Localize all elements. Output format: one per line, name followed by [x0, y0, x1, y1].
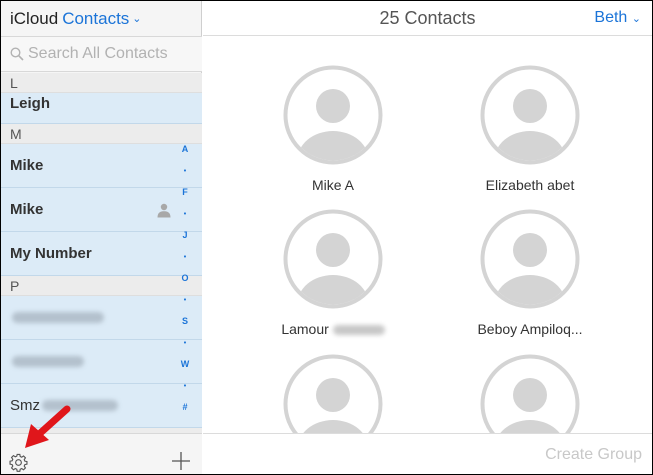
main-panel: 25 Contacts Beth ⌄ Mike A Elizabeth abet… [203, 1, 652, 474]
avatar-icon [480, 354, 580, 433]
contact-name: Leigh [10, 95, 50, 112]
search-icon [10, 47, 24, 61]
index-item[interactable]: • [177, 290, 193, 312]
contact-row[interactable]: Mike [1, 144, 202, 188]
search-bar[interactable] [1, 36, 202, 72]
contact-row[interactable]: Leigh [1, 93, 202, 124]
person-icon [157, 203, 171, 218]
contact-name-redacted [12, 312, 104, 323]
alphabet-index[interactable]: A • F • J • O • S • W • # [177, 139, 193, 419]
create-group-button[interactable]: Create Group [545, 446, 642, 464]
user-name[interactable]: Beth [594, 9, 627, 26]
red-arrow-annotation [25, 405, 71, 448]
contact-card[interactable]: Lamour [253, 209, 413, 337]
index-item[interactable]: • [177, 161, 193, 183]
avatar-icon [480, 65, 580, 165]
section-header-m: M [1, 124, 202, 144]
index-item[interactable]: S [177, 311, 193, 333]
sidebar: iCloud Contacts ⌄ L Leigh M Mike Mike [1, 1, 202, 474]
contact-name: My Number [10, 245, 92, 262]
avatar-icon [283, 65, 383, 165]
app-title[interactable]: Contacts [62, 9, 129, 29]
contact-card[interactable] [450, 354, 610, 433]
avatar-icon [283, 354, 383, 433]
contact-row[interactable] [1, 340, 202, 384]
sidebar-header[interactable]: iCloud Contacts ⌄ [1, 1, 202, 36]
chevron-down-icon[interactable]: ⌄ [132, 12, 141, 25]
index-item[interactable]: A [177, 139, 193, 161]
contact-name: Lamour [281, 321, 329, 337]
index-item[interactable]: • [177, 333, 193, 355]
avatar-icon [283, 209, 383, 309]
account-menu[interactable]: Beth ⌄ [594, 9, 641, 27]
main-footer: Create Group [203, 433, 652, 474]
contact-grid: Mike A Elizabeth abet Lamour Beboy Ampil… [203, 37, 652, 433]
contact-name-row: Lamour [253, 321, 413, 337]
index-item[interactable]: • [177, 376, 193, 398]
contact-name: Mike [10, 157, 44, 174]
index-item[interactable]: # [177, 397, 193, 419]
avatar-icon [480, 209, 580, 309]
contact-card[interactable]: Elizabeth abet [450, 65, 610, 193]
index-item[interactable]: W [177, 354, 193, 376]
index-item[interactable]: O [177, 268, 193, 290]
index-item[interactable]: • [177, 247, 193, 269]
section-header-l: L [1, 73, 202, 93]
index-item[interactable]: F [177, 182, 193, 204]
contact-name-redacted [332, 325, 385, 336]
app-brand: iCloud [10, 8, 59, 28]
contact-row[interactable] [1, 296, 202, 340]
contact-card[interactable]: Beboy Ampiloq... [450, 209, 610, 337]
main-header: 25 Contacts Beth ⌄ [203, 1, 652, 36]
contact-card[interactable] [253, 354, 413, 433]
contact-row[interactable]: Mike [1, 188, 202, 232]
index-item[interactable]: J [177, 225, 193, 247]
contact-row[interactable]: My Number [1, 232, 202, 276]
search-input[interactable] [28, 45, 198, 63]
contact-name: Mike [10, 201, 44, 218]
section-header-p: P [1, 276, 202, 296]
contact-name: Beboy Ampiloq... [477, 321, 583, 337]
app-window: iCloud Contacts ⌄ L Leigh M Mike Mike [1, 1, 652, 474]
contact-name-redacted [12, 356, 84, 367]
chevron-down-icon[interactable]: ⌄ [632, 13, 641, 25]
gear-icon[interactable] [9, 453, 28, 472]
contact-list: L Leigh M Mike Mike My Number P Smz [1, 73, 202, 433]
page-title: 25 Contacts [379, 8, 476, 28]
contact-name: Elizabeth abet [485, 177, 575, 193]
add-contact-button[interactable] [171, 451, 191, 471]
index-item[interactable]: • [177, 204, 193, 226]
contact-card[interactable]: Mike A [253, 65, 413, 193]
contact-name: Mike A [311, 177, 354, 193]
